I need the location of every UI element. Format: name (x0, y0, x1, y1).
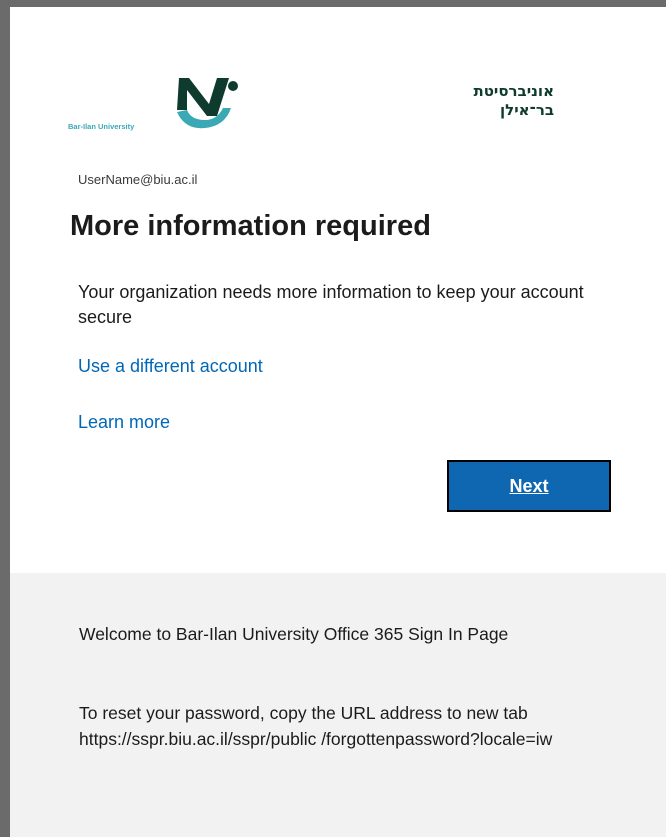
footer-reset-instructions: To reset your password, copy the URL add… (79, 703, 553, 749)
learn-more-link[interactable]: Learn more (78, 412, 170, 433)
logo-mark (177, 78, 229, 116)
logo-hebrew-line1: אוניברסיטת (473, 82, 554, 100)
logo-hebrew-line2: בר־אילן (500, 101, 554, 119)
next-button[interactable]: Next (447, 460, 611, 512)
info-description: Your organization needs more information… (78, 282, 584, 327)
logo-english-name: Bar-Ilan University (68, 122, 135, 131)
logo-dot (228, 81, 238, 91)
page-title: More information required (70, 210, 431, 242)
use-different-account-link[interactable]: Use a different account (78, 356, 263, 377)
footer-welcome-text: Welcome to Bar-Ilan University Office 36… (79, 624, 509, 644)
signed-in-username: UserName@biu.ac.il (78, 172, 198, 187)
